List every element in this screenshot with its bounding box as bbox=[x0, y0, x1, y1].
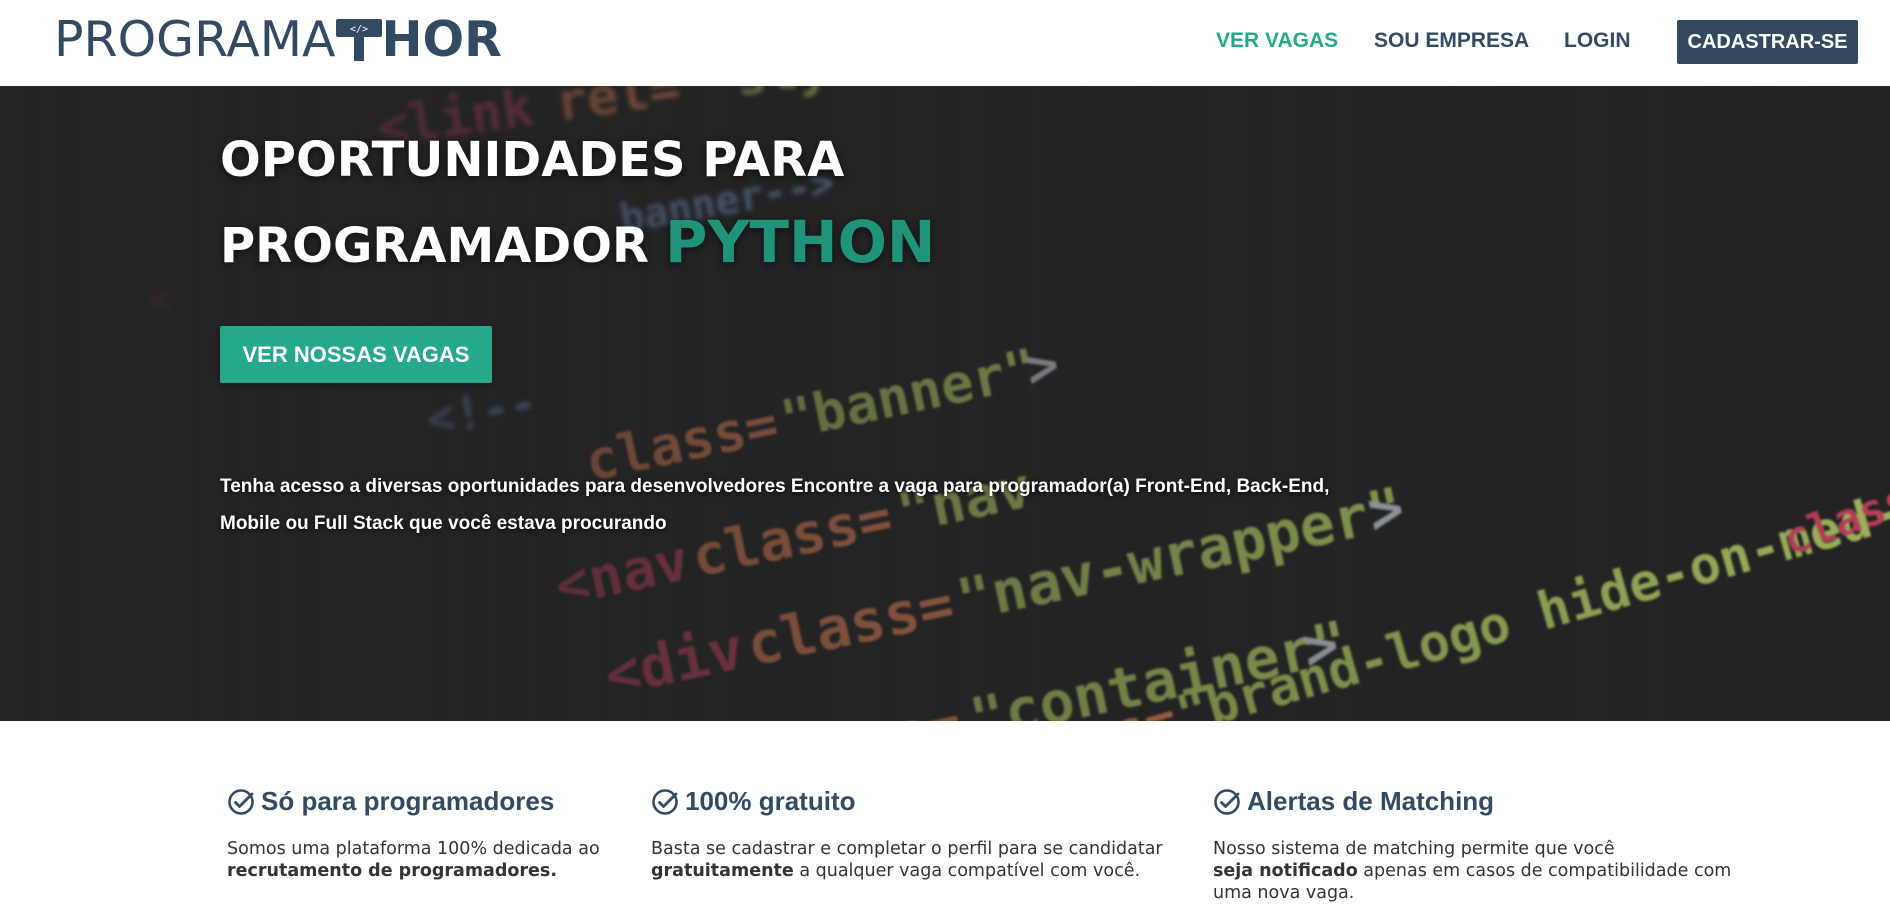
hammer-glyph: </> bbox=[349, 24, 367, 35]
feature-text-bold: recrutamento de programadores. bbox=[227, 861, 557, 881]
feature-text-before: Somos uma plataforma 100% dedicada ao bbox=[227, 839, 600, 859]
feature-text-after: a qualquer vaga compatível com você. bbox=[793, 861, 1141, 881]
feature-title: Só para programadores bbox=[227, 786, 627, 817]
logo-text-left: PROGRAMA bbox=[54, 10, 336, 68]
nav-link-login[interactable]: LOGIN bbox=[1564, 29, 1631, 53]
feature-title-text: Alertas de Matching bbox=[1247, 786, 1495, 816]
programathor-logo[interactable]: PROGRAMA </> HOR bbox=[54, 12, 502, 66]
feature-free: 100% gratuito Basta se cadastrar e compl… bbox=[651, 786, 1191, 881]
see-jobs-button[interactable]: VER NOSSAS VAGAS bbox=[220, 326, 492, 383]
top-navbar: PROGRAMA </> HOR VER VAGAS SOU EMPRESA L… bbox=[0, 0, 1890, 86]
feature-text-before: Nosso sistema de matching permite que vo… bbox=[1213, 839, 1615, 859]
check-circle-icon bbox=[228, 788, 254, 815]
feature-programmers-only: Só para programadores Somos uma platafor… bbox=[227, 786, 627, 881]
feature-text-before: Basta se cadastrar e completar o perfil … bbox=[651, 839, 1163, 859]
hero-title-highlight: PYTHON bbox=[664, 208, 936, 276]
nav-link-sou-empresa[interactable]: SOU EMPRESA bbox=[1374, 29, 1529, 53]
logo-text-right: HOR bbox=[381, 10, 502, 68]
hero-description: Tenha acesso a diversas oportunidades pa… bbox=[220, 476, 1330, 534]
hammer-icon: </> bbox=[335, 19, 382, 61]
nav-link-ver-vagas[interactable]: VER VAGAS bbox=[1216, 29, 1338, 53]
check-circle-icon bbox=[652, 788, 678, 815]
feature-title-text: 100% gratuito bbox=[685, 786, 856, 816]
signup-button[interactable]: CADASTRAR-SE bbox=[1677, 20, 1858, 64]
hero-section: <link rel= "style < banner--> <!-- class… bbox=[0, 86, 1890, 721]
feature-title: 100% gratuito bbox=[651, 786, 1191, 817]
feature-title-text: Só para programadores bbox=[261, 786, 555, 816]
feature-text-bold: seja notificado bbox=[1213, 861, 1358, 881]
hero-title-line2: PROGRAMADOR PYTHON bbox=[220, 208, 935, 276]
hero-title-role: PROGRAMADOR bbox=[220, 218, 649, 274]
feature-description: Nosso sistema de matching permite que vo… bbox=[1213, 838, 1733, 904]
feature-description: Basta se cadastrar e completar o perfil … bbox=[651, 838, 1191, 882]
feature-title: Alertas de Matching bbox=[1213, 786, 1733, 817]
check-circle-icon bbox=[1214, 788, 1240, 815]
feature-text-bold: gratuitamente bbox=[651, 861, 794, 881]
feature-matching-alerts: Alertas de Matching Nosso sistema de mat… bbox=[1213, 786, 1733, 903]
feature-description: Somos uma plataforma 100% dedicada ao re… bbox=[227, 838, 627, 882]
hero-title-line1: OPORTUNIDADES PARA bbox=[220, 132, 845, 188]
